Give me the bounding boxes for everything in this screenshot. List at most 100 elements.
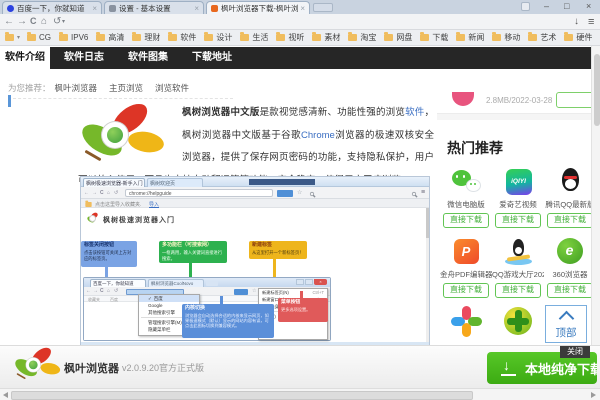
bookmark-folder[interactable]: 网盘 — [384, 32, 412, 43]
new-tab-button[interactable] — [313, 3, 333, 12]
article-link-software[interactable]: 软件 — [405, 107, 424, 118]
browser-tab-active[interactable]: 枫叶浏览器下载-枫叶浏览 × — [206, 1, 310, 14]
bookmarks-caret-icon[interactable]: ▾ — [17, 34, 20, 41]
app-pdf-editor[interactable]: P 金舟PDF编辑器 直接下载 — [440, 236, 492, 298]
bookmark-folder[interactable]: 淘宝 — [348, 32, 376, 43]
menu-icon[interactable]: ≡ — [588, 17, 594, 28]
inner-newtab-stub — [206, 281, 218, 286]
app-name[interactable]: 爱奇艺视频 — [492, 199, 544, 210]
inner-chip — [234, 289, 248, 295]
inner-max-button — [305, 279, 313, 285]
content-screenshot[interactable]: 枫树极速浏览器-新手入门 枫树欢迎页 ← → C ⌂ ↺ chrome://he… — [80, 176, 430, 352]
reload-icon[interactable]: C — [30, 17, 37, 26]
bookmark-folder[interactable]: IPV6 — [59, 32, 88, 42]
back-icon[interactable]: ← — [4, 17, 14, 27]
tab-close-icon[interactable]: × — [194, 4, 199, 13]
close-ad-button[interactable]: 关闭 — [560, 346, 590, 358]
app-flower[interactable] — [440, 306, 492, 337]
app-name[interactable]: 360浏览器 — [544, 269, 596, 280]
undo-icon[interactable]: ↺ — [53, 17, 61, 27]
direct-download-button[interactable]: 直接下载 — [495, 283, 541, 298]
inner-home-icon: ⌂ — [107, 288, 111, 294]
app-name[interactable]: 微信电脑版 — [440, 199, 492, 210]
tab-software-log[interactable]: 软件日志 — [59, 47, 109, 69]
vertical-scrollbar[interactable] — [591, 46, 600, 388]
browser-tab-strip: 百度一下，你就知道 × 设置 - 基本设置 × 枫叶浏览器下载-枫叶浏览 × –… — [0, 0, 600, 14]
theme-icon[interactable] — [521, 2, 530, 11]
bookmark-folder[interactable]: 高清 — [96, 32, 124, 43]
home-icon[interactable]: ⌂ — [41, 17, 47, 27]
maximize-button[interactable]: □ — [564, 0, 569, 12]
recommend-link[interactable]: 枫叶浏览器 — [55, 82, 98, 94]
bookmark-folder[interactable]: 软件 — [168, 32, 196, 43]
scroll-left-arrow-icon[interactable] — [3, 392, 8, 398]
bookmark-folder[interactable]: 素材 — [312, 32, 340, 43]
horizontal-scrollbar-thumb[interactable] — [11, 391, 473, 400]
vertical-scrollbar-thumb[interactable] — [593, 54, 600, 126]
folder-icon — [96, 32, 106, 41]
app-wechat[interactable]: 微信电脑版 直接下载 — [440, 166, 492, 228]
app-qq[interactable]: 腾讯QQ最新版 直接下载 — [544, 166, 596, 228]
bookmark-folder[interactable]: 移动 — [492, 32, 520, 43]
footer-app-name: 枫叶浏览器 — [64, 363, 119, 375]
app-name[interactable]: QQ游戏大厅2022 — [492, 269, 544, 280]
tab-software-gallery[interactable]: 软件图集 — [123, 47, 173, 69]
tab-download-address[interactable]: 下载地址 — [187, 47, 237, 69]
bookmarks-root-folder-icon[interactable] — [5, 32, 14, 41]
browser-tab-settings[interactable]: 设置 - 基本设置 × — [104, 1, 204, 14]
360-safe-icon[interactable] — [503, 306, 534, 337]
shot-mag-icon — [309, 191, 315, 197]
horizontal-scrollbar[interactable] — [0, 388, 600, 400]
scroll-right-arrow-icon[interactable] — [591, 392, 596, 398]
direct-download-button[interactable]: 直接下载 — [495, 213, 541, 228]
direct-download-button[interactable]: 直接下载 — [547, 213, 593, 228]
bookmark-folder[interactable]: 视听 — [276, 32, 304, 43]
shot-address-selection — [277, 190, 293, 197]
bookmark-folder[interactable]: 设计 — [204, 32, 232, 43]
app-qq-game[interactable]: QQ游戏大厅2022 直接下载 — [492, 236, 544, 298]
direct-download-button[interactable]: 直接下载 — [547, 283, 593, 298]
pdf-editor-icon[interactable]: P — [451, 236, 482, 267]
menu-item: ✓ 百度 — [139, 295, 199, 302]
folder-icon — [168, 32, 178, 41]
folder-icon — [348, 32, 358, 41]
direct-download-button[interactable]: 直接下载 — [443, 213, 489, 228]
article-link-chrome[interactable]: Chrome — [301, 130, 335, 141]
360-browser-icon[interactable]: e — [555, 236, 586, 267]
shot-back-icon: ← — [84, 190, 89, 196]
recommend-link[interactable]: 主页浏览 — [109, 82, 143, 94]
bookmark-folder[interactable]: 新闻 — [456, 32, 484, 43]
tab-close-icon[interactable]: × — [92, 4, 97, 13]
bookmark-folder[interactable]: 理财 — [132, 32, 160, 43]
app-iqiyi[interactable]: iQIYI 爱奇艺视频 直接下载 — [492, 166, 544, 228]
partial-download-button[interactable] — [556, 92, 596, 108]
download-arrow-icon[interactable]: ↓ — [574, 17, 579, 27]
flower-icon[interactable] — [450, 306, 482, 337]
browser-tab-baidu[interactable]: 百度一下，你就知道 × — [2, 1, 102, 14]
recommend-link[interactable]: 浏览软件 — [155, 82, 189, 94]
bookmark-folder[interactable]: CG — [27, 32, 51, 42]
wechat-icon[interactable] — [451, 166, 482, 197]
qq-icon[interactable] — [555, 166, 586, 197]
app-360-browser[interactable]: e 360浏览器 直接下载 — [544, 236, 596, 298]
tab-software-intro[interactable]: 软件介绍 — [0, 47, 50, 69]
tab-close-icon[interactable]: × — [300, 4, 305, 13]
qq-game-icon[interactable] — [503, 236, 534, 267]
app-name[interactable]: 金舟PDF编辑器 — [440, 269, 492, 280]
bookmark-folder[interactable]: 生活 — [240, 32, 268, 43]
bookmark-folder[interactable]: 下载 — [420, 32, 448, 43]
bookmark-folder[interactable]: 硬件 — [564, 32, 592, 43]
forward-icon[interactable]: → — [17, 17, 27, 27]
undo-caret-icon[interactable]: ▾ — [62, 19, 65, 25]
iqiyi-icon[interactable]: iQIYI — [503, 166, 534, 197]
minimize-button[interactable]: – — [544, 0, 549, 12]
partial-app-icon — [452, 92, 474, 106]
back-to-top-button[interactable]: 顶部 — [545, 305, 587, 343]
close-button[interactable]: × — [586, 0, 591, 12]
sidebar-partial-item[interactable]: 2.8MB/2022-03-28 — [437, 78, 596, 114]
app-name[interactable]: 腾讯QQ最新版 — [544, 199, 596, 210]
direct-download-button[interactable]: 直接下载 — [443, 283, 489, 298]
bookmark-folder[interactable]: 艺术 — [528, 32, 556, 43]
app-360-safe[interactable] — [492, 306, 544, 337]
shot-address: chrome://helpguide — [125, 189, 273, 197]
